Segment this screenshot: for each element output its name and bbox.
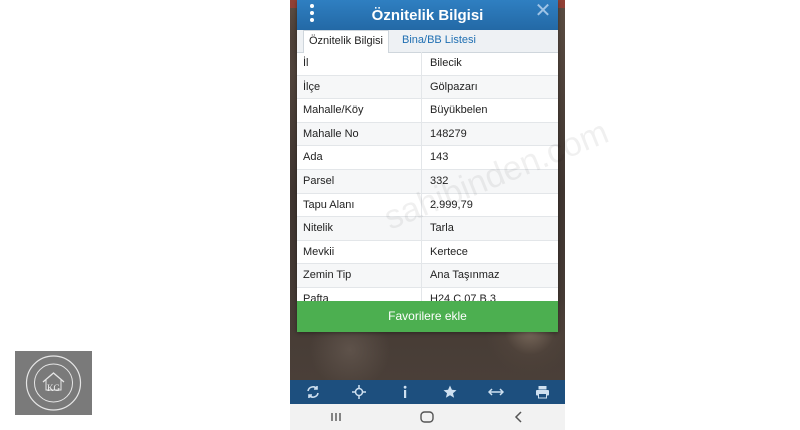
- table-row: Tapu Alanı 2.999,79: [297, 193, 558, 218]
- attribute-value: 148279: [430, 127, 467, 140]
- system-navigation-bar: [290, 404, 565, 430]
- refresh-icon[interactable]: [304, 383, 322, 401]
- table-row: Nitelik Tarla: [297, 217, 558, 241]
- attribute-key: İlçe: [297, 75, 422, 99]
- home-icon[interactable]: [416, 407, 438, 427]
- attribute-key: Mahalle No: [297, 122, 422, 146]
- attribute-key: Mahalle/Köy: [297, 99, 422, 122]
- map-toolbar: [290, 380, 565, 404]
- attribute-value: Kertece: [430, 245, 468, 258]
- attribute-value: Tarla: [430, 222, 454, 235]
- attribute-key: Zemin Tip: [297, 264, 422, 287]
- add-favorite-button[interactable]: Favorilere ekle: [297, 301, 558, 332]
- table-row: Ada 143: [297, 146, 558, 170]
- back-icon[interactable]: [508, 407, 530, 427]
- recents-icon[interactable]: [325, 407, 347, 427]
- star-icon[interactable]: [441, 383, 459, 401]
- move-icon[interactable]: [350, 383, 368, 401]
- close-icon[interactable]: ✕: [534, 1, 552, 22]
- info-icon[interactable]: [396, 383, 414, 401]
- company-logo: KG: [15, 351, 92, 415]
- table-row: Mevkii Kertece: [297, 240, 558, 265]
- attribute-dialog: Öznitelik Bilgisi ✕ Öznitelik Bilgisi Bi…: [297, 0, 558, 332]
- table-row: Parsel 332: [297, 169, 558, 194]
- attribute-key: Parsel: [297, 169, 422, 193]
- measure-icon[interactable]: [487, 383, 505, 401]
- tab-building-list[interactable]: Bina/BB Listesi: [397, 30, 481, 52]
- tab-bar: Öznitelik Bilgisi Bina/BB Listesi: [297, 30, 558, 53]
- attribute-value: Ana Taşınmaz: [430, 269, 500, 282]
- attribute-key: Mevkii: [297, 240, 422, 264]
- table-row: Mahalle No 148279: [297, 122, 558, 147]
- table-row: İl Bilecik: [297, 52, 558, 76]
- table-row: Zemin Tip Ana Taşınmaz: [297, 264, 558, 288]
- tab-attribute-info[interactable]: Öznitelik Bilgisi: [303, 30, 389, 53]
- attribute-table: İl Bilecik İlçe Gölpazarı Mahalle/Köy Büyük…: [297, 52, 558, 312]
- attribute-value: 143: [430, 151, 449, 164]
- attribute-value: Gölpazarı: [430, 80, 478, 93]
- attribute-value: Büyükbelen: [430, 104, 488, 117]
- attribute-key: İl: [297, 52, 422, 75]
- dialog-title: Öznitelik Bilgisi: [371, 7, 484, 24]
- logo-emblem-icon: KG: [25, 355, 82, 411]
- attribute-key: Ada: [297, 146, 422, 169]
- attribute-key: Tapu Alanı: [297, 193, 422, 217]
- dialog-header: Öznitelik Bilgisi ✕: [297, 0, 558, 30]
- attribute-key: Nitelik: [297, 217, 422, 240]
- print-icon[interactable]: [533, 383, 551, 401]
- phone-screen: Öznitelik Bilgisi ✕ Öznitelik Bilgisi Bi…: [290, 0, 565, 430]
- logo-initials: KG: [47, 383, 60, 393]
- attribute-value: 332: [430, 174, 449, 187]
- table-row: Mahalle/Köy Büyükbelen: [297, 99, 558, 123]
- attribute-value: 2.999,79: [430, 198, 473, 211]
- attribute-value: Bilecik: [430, 57, 462, 69]
- table-row: İlçe Gölpazarı: [297, 75, 558, 100]
